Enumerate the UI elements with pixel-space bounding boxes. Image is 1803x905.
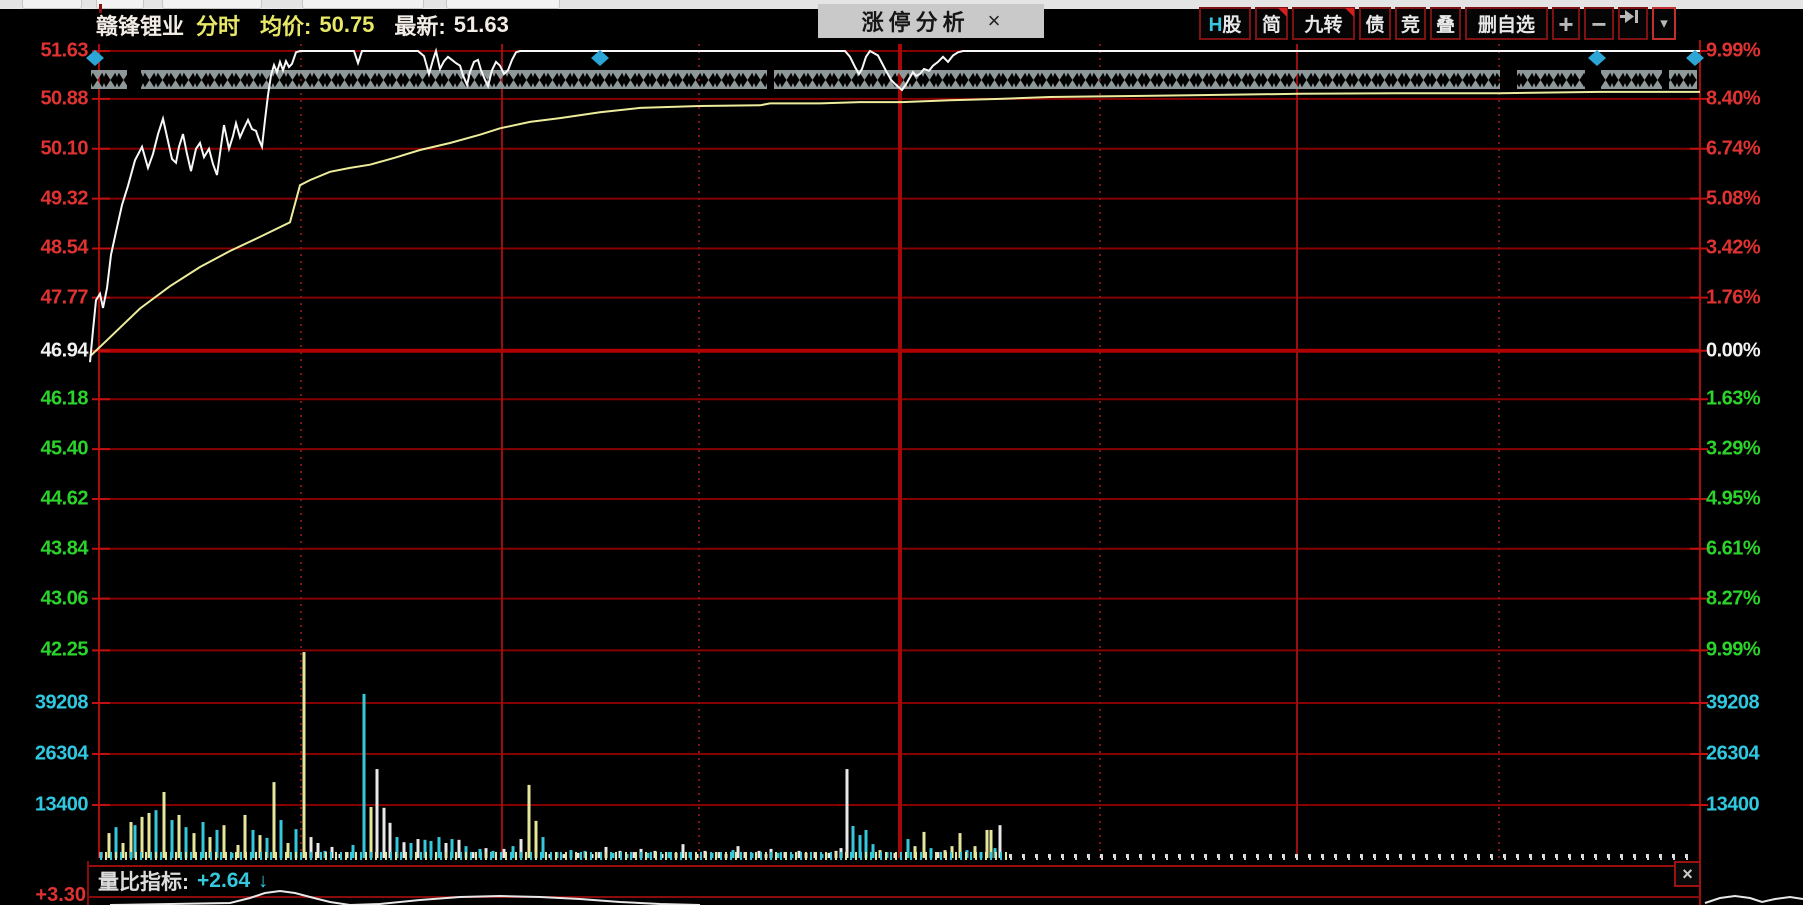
price-axis-label: 50.10: [0, 137, 88, 160]
price-axis-label: 48.54: [0, 237, 88, 260]
price-axis-label: 43.84: [0, 537, 88, 560]
price-axis-label: 42.25: [0, 639, 88, 662]
volume-axis-label: 13400: [1706, 794, 1802, 817]
percent-axis-label: 6.74%: [1706, 137, 1802, 160]
intraday-chart[interactable]: [0, 0, 1803, 905]
down-arrow-icon: ↓: [258, 870, 268, 893]
volume-axis-label: 39208: [1706, 692, 1802, 715]
volume-baseline-ticks: [1010, 854, 1698, 860]
indicator-axis-label: +3.30: [0, 884, 86, 905]
volume-axis-label: 26304: [1706, 743, 1802, 766]
price-axis-label: 50.88: [0, 87, 88, 110]
percent-axis-label: 6.61%: [1706, 537, 1802, 560]
percent-axis-label: 9.99%: [1706, 639, 1802, 662]
percent-axis-label: 0.00%: [1706, 339, 1802, 362]
price-axis-label: 45.40: [0, 438, 88, 461]
price-axis-label: 43.06: [0, 587, 88, 610]
price-axis-label: 47.77: [0, 286, 88, 309]
volume-baseline-ticks: [100, 852, 1010, 860]
percent-axis-label: 5.08%: [1706, 187, 1802, 210]
price-axis-label: 44.62: [0, 487, 88, 510]
percent-axis-label: 8.27%: [1706, 587, 1802, 610]
percent-axis-label: 9.99%: [1706, 40, 1802, 63]
indicator-name: 量比指标:: [98, 866, 189, 896]
percent-axis-label: 1.63%: [1706, 388, 1802, 411]
indicator-value: +2.64: [197, 869, 250, 893]
indicator-pane-close-button[interactable]: ×: [1674, 861, 1701, 887]
percent-axis-label: 8.40%: [1706, 87, 1802, 110]
percent-axis-label: 1.76%: [1706, 286, 1802, 309]
price-axis-label: 49.32: [0, 187, 88, 210]
price-axis-label: 46.18: [0, 388, 88, 411]
volume-axis-label: 13400: [0, 794, 88, 817]
volume-axis-label: 39208: [0, 692, 88, 715]
percent-axis-label: 3.29%: [1706, 438, 1802, 461]
percent-axis-label: 3.42%: [1706, 237, 1802, 260]
volume-axis-label: 26304: [0, 743, 88, 766]
volume-ratio-indicator: 量比指标: +2.64 ↓: [98, 868, 268, 894]
trading-app-screen: 赣锋锂业 分时 均价: 50.75 最新: 51.63 涨停分析 × H股简九转…: [0, 0, 1803, 905]
percent-axis-label: 4.95%: [1706, 487, 1802, 510]
price-axis-label: 51.63: [0, 40, 88, 63]
price-axis-label: 46.94: [0, 339, 88, 362]
